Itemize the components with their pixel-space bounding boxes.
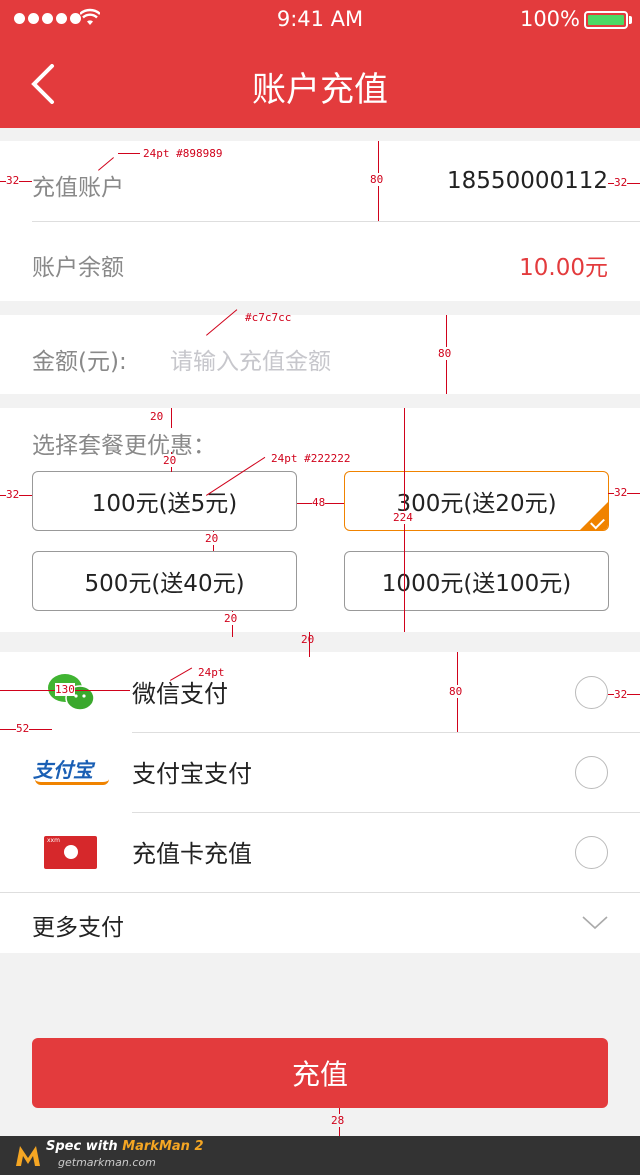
annotation: 32 bbox=[614, 176, 628, 189]
radio-button[interactable] bbox=[575, 756, 608, 789]
top-bar: 9:41 AM 100% 账户充值 bbox=[0, 0, 640, 128]
annotation: 130 bbox=[55, 683, 75, 696]
annotation: 20 bbox=[224, 612, 238, 625]
annotation: 20 bbox=[150, 410, 164, 423]
markman-footer: Spec with MarkMan 2 getmarkman.com bbox=[0, 1136, 640, 1175]
annotation: 20 bbox=[163, 454, 177, 467]
annotation: 48 bbox=[312, 496, 326, 509]
payment-row-alipay[interactable]: 支付宝 支付宝支付 bbox=[0, 732, 640, 812]
annotation: 224 bbox=[393, 511, 413, 524]
chevron-down-icon bbox=[582, 916, 608, 930]
package-option-selected[interactable]: 300元(送20元) bbox=[344, 471, 609, 531]
status-bar: 9:41 AM 100% bbox=[0, 0, 640, 40]
annotation: 20 bbox=[205, 532, 219, 545]
package-label: 300元(送20元) bbox=[396, 491, 557, 517]
battery-tip bbox=[629, 16, 632, 24]
battery-icon bbox=[584, 11, 628, 29]
annotation: 28 bbox=[331, 1114, 345, 1127]
annotation: 80 bbox=[370, 173, 384, 186]
recharge-account-value: 18550000112 bbox=[447, 168, 608, 194]
radio-button[interactable] bbox=[575, 836, 608, 869]
balance-value: 10.00元 bbox=[519, 255, 608, 281]
more-payment-row[interactable]: 更多支付 bbox=[0, 892, 640, 953]
annotation: 24pt #898989 bbox=[143, 147, 223, 160]
annotation: 80 bbox=[438, 347, 452, 360]
markman-logo-icon bbox=[16, 1146, 40, 1166]
annotation: 32 bbox=[6, 174, 20, 187]
payment-label: 充值卡充值 bbox=[132, 840, 252, 868]
amount-card: 金额(元): 请输入充值金额 bbox=[0, 315, 640, 394]
recharge-account-label: 充值账户 bbox=[32, 175, 124, 201]
package-label: 500元(送40元) bbox=[84, 571, 245, 597]
footer-site: getmarkman.com bbox=[58, 1156, 156, 1169]
divider bbox=[32, 221, 640, 222]
package-card: 选择套餐更优惠： 100元(送5元) 300元(送20元) 500元(送40元)… bbox=[0, 408, 640, 632]
annotation: 32 bbox=[614, 486, 628, 499]
page-title: 账户充值 bbox=[252, 70, 388, 110]
card-logo-text: xxm bbox=[47, 837, 60, 844]
recharge-button[interactable]: 充值 bbox=[32, 1038, 608, 1108]
footer-brand: Spec with MarkMan 2 bbox=[46, 1139, 204, 1154]
amount-input[interactable]: 请输入充值金额 bbox=[170, 342, 590, 376]
annotation: 32 bbox=[6, 488, 20, 501]
more-payment-label: 更多支付 bbox=[32, 915, 124, 941]
annotation: #c7c7cc bbox=[245, 311, 292, 324]
payment-row-card[interactable]: xxm 充值卡充值 bbox=[0, 812, 640, 892]
package-option[interactable]: 1000元(送100元) bbox=[344, 551, 609, 611]
account-card: 充值账户 18550000112 账户余额 10.00元 bbox=[0, 141, 640, 301]
amount-label: 金额(元): bbox=[32, 349, 127, 375]
card-emblem bbox=[64, 845, 78, 859]
annotation: 32 bbox=[614, 688, 628, 701]
payment-label: 支付宝支付 bbox=[132, 760, 252, 788]
payment-card: 微信支付 支付宝 支付宝支付 xxm 充值卡充值 更多支付 bbox=[0, 652, 640, 953]
package-option[interactable]: 500元(送40元) bbox=[32, 551, 297, 611]
annotation: 52 bbox=[16, 722, 30, 735]
alipay-icon: 支付宝 bbox=[33, 758, 113, 788]
package-title: 选择套餐更优惠： bbox=[32, 433, 216, 459]
package-label: 1000元(送100元) bbox=[381, 571, 572, 597]
annotation: 20 bbox=[301, 633, 315, 646]
payment-row-wechat[interactable]: 微信支付 bbox=[0, 652, 640, 732]
annotation: 24pt #222222 bbox=[271, 452, 351, 465]
payment-label: 微信支付 bbox=[132, 680, 228, 708]
balance-label: 账户余额 bbox=[32, 255, 124, 281]
recharge-card-icon: xxm bbox=[44, 836, 97, 869]
package-option[interactable]: 100元(送5元) bbox=[32, 471, 297, 531]
alipay-swoosh bbox=[35, 779, 109, 785]
annotation: 24pt bbox=[198, 666, 225, 679]
radio-button[interactable] bbox=[575, 676, 608, 709]
battery-percent: 100% bbox=[519, 7, 580, 31]
annotation: 80 bbox=[449, 685, 463, 698]
